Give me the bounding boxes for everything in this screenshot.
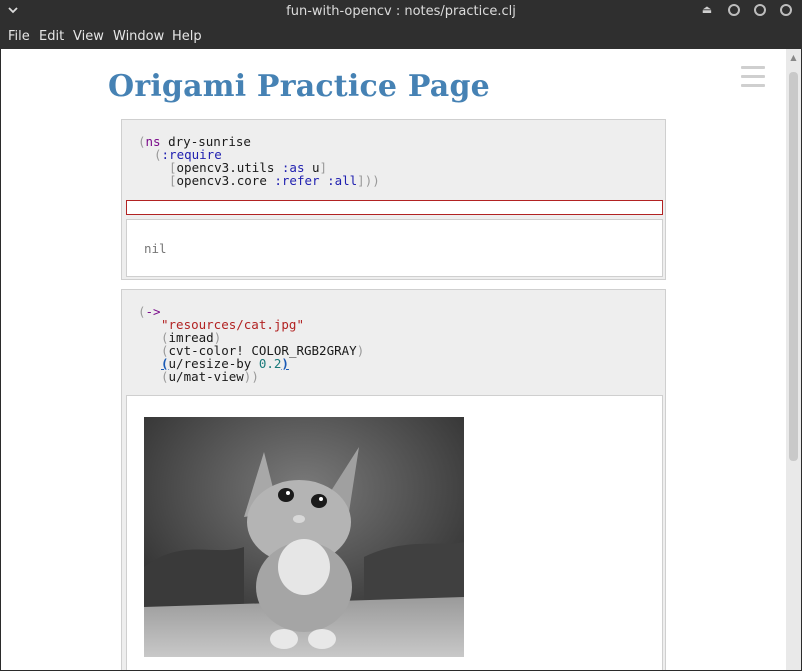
window-titlebar: fun-with-opencv : notes/practice.clj ⏏ (0, 0, 802, 24)
scroll-up-arrow-icon[interactable]: ▲ (789, 53, 798, 63)
page-title: Origami Practice Page (108, 69, 490, 104)
error-output-box (126, 200, 663, 215)
minimize-button[interactable] (728, 4, 740, 16)
code-segment: (ns dry-sunrise (:require [opencv3.utils… (121, 119, 666, 280)
menu-file[interactable]: File (8, 29, 30, 44)
scrollbar-thumb[interactable] (789, 72, 798, 461)
maximize-button[interactable] (754, 4, 766, 16)
menu-edit[interactable]: Edit (39, 29, 64, 44)
eject-icon[interactable]: ⏏ (700, 3, 714, 17)
code-segment: (-> "resources/cat.jpg" (imread) (cvt-co… (121, 289, 666, 670)
window-controls: ⏏ (700, 3, 792, 17)
cat-image (144, 417, 464, 657)
output-panel (126, 395, 663, 670)
code-line: (u/mat-view)) (161, 369, 259, 384)
window-title: fun-with-opencv : notes/practice.clj (286, 4, 516, 19)
output-panel: nil (126, 219, 663, 277)
output-value: nil (144, 241, 167, 256)
code-line: [opencv3.core :refer :all])) (169, 173, 380, 188)
menu-help[interactable]: Help (172, 29, 202, 44)
hamburger-menu-icon[interactable] (741, 66, 765, 93)
menu-view[interactable]: View (73, 29, 104, 44)
worksheet-content: Origami Practice Page (ns dry-sunrise (:… (1, 49, 786, 670)
code-line: (-> (138, 304, 161, 319)
close-button[interactable] (780, 4, 792, 16)
menubar: File Edit View Window Help (0, 24, 802, 49)
menu-window[interactable]: Window (113, 29, 164, 44)
